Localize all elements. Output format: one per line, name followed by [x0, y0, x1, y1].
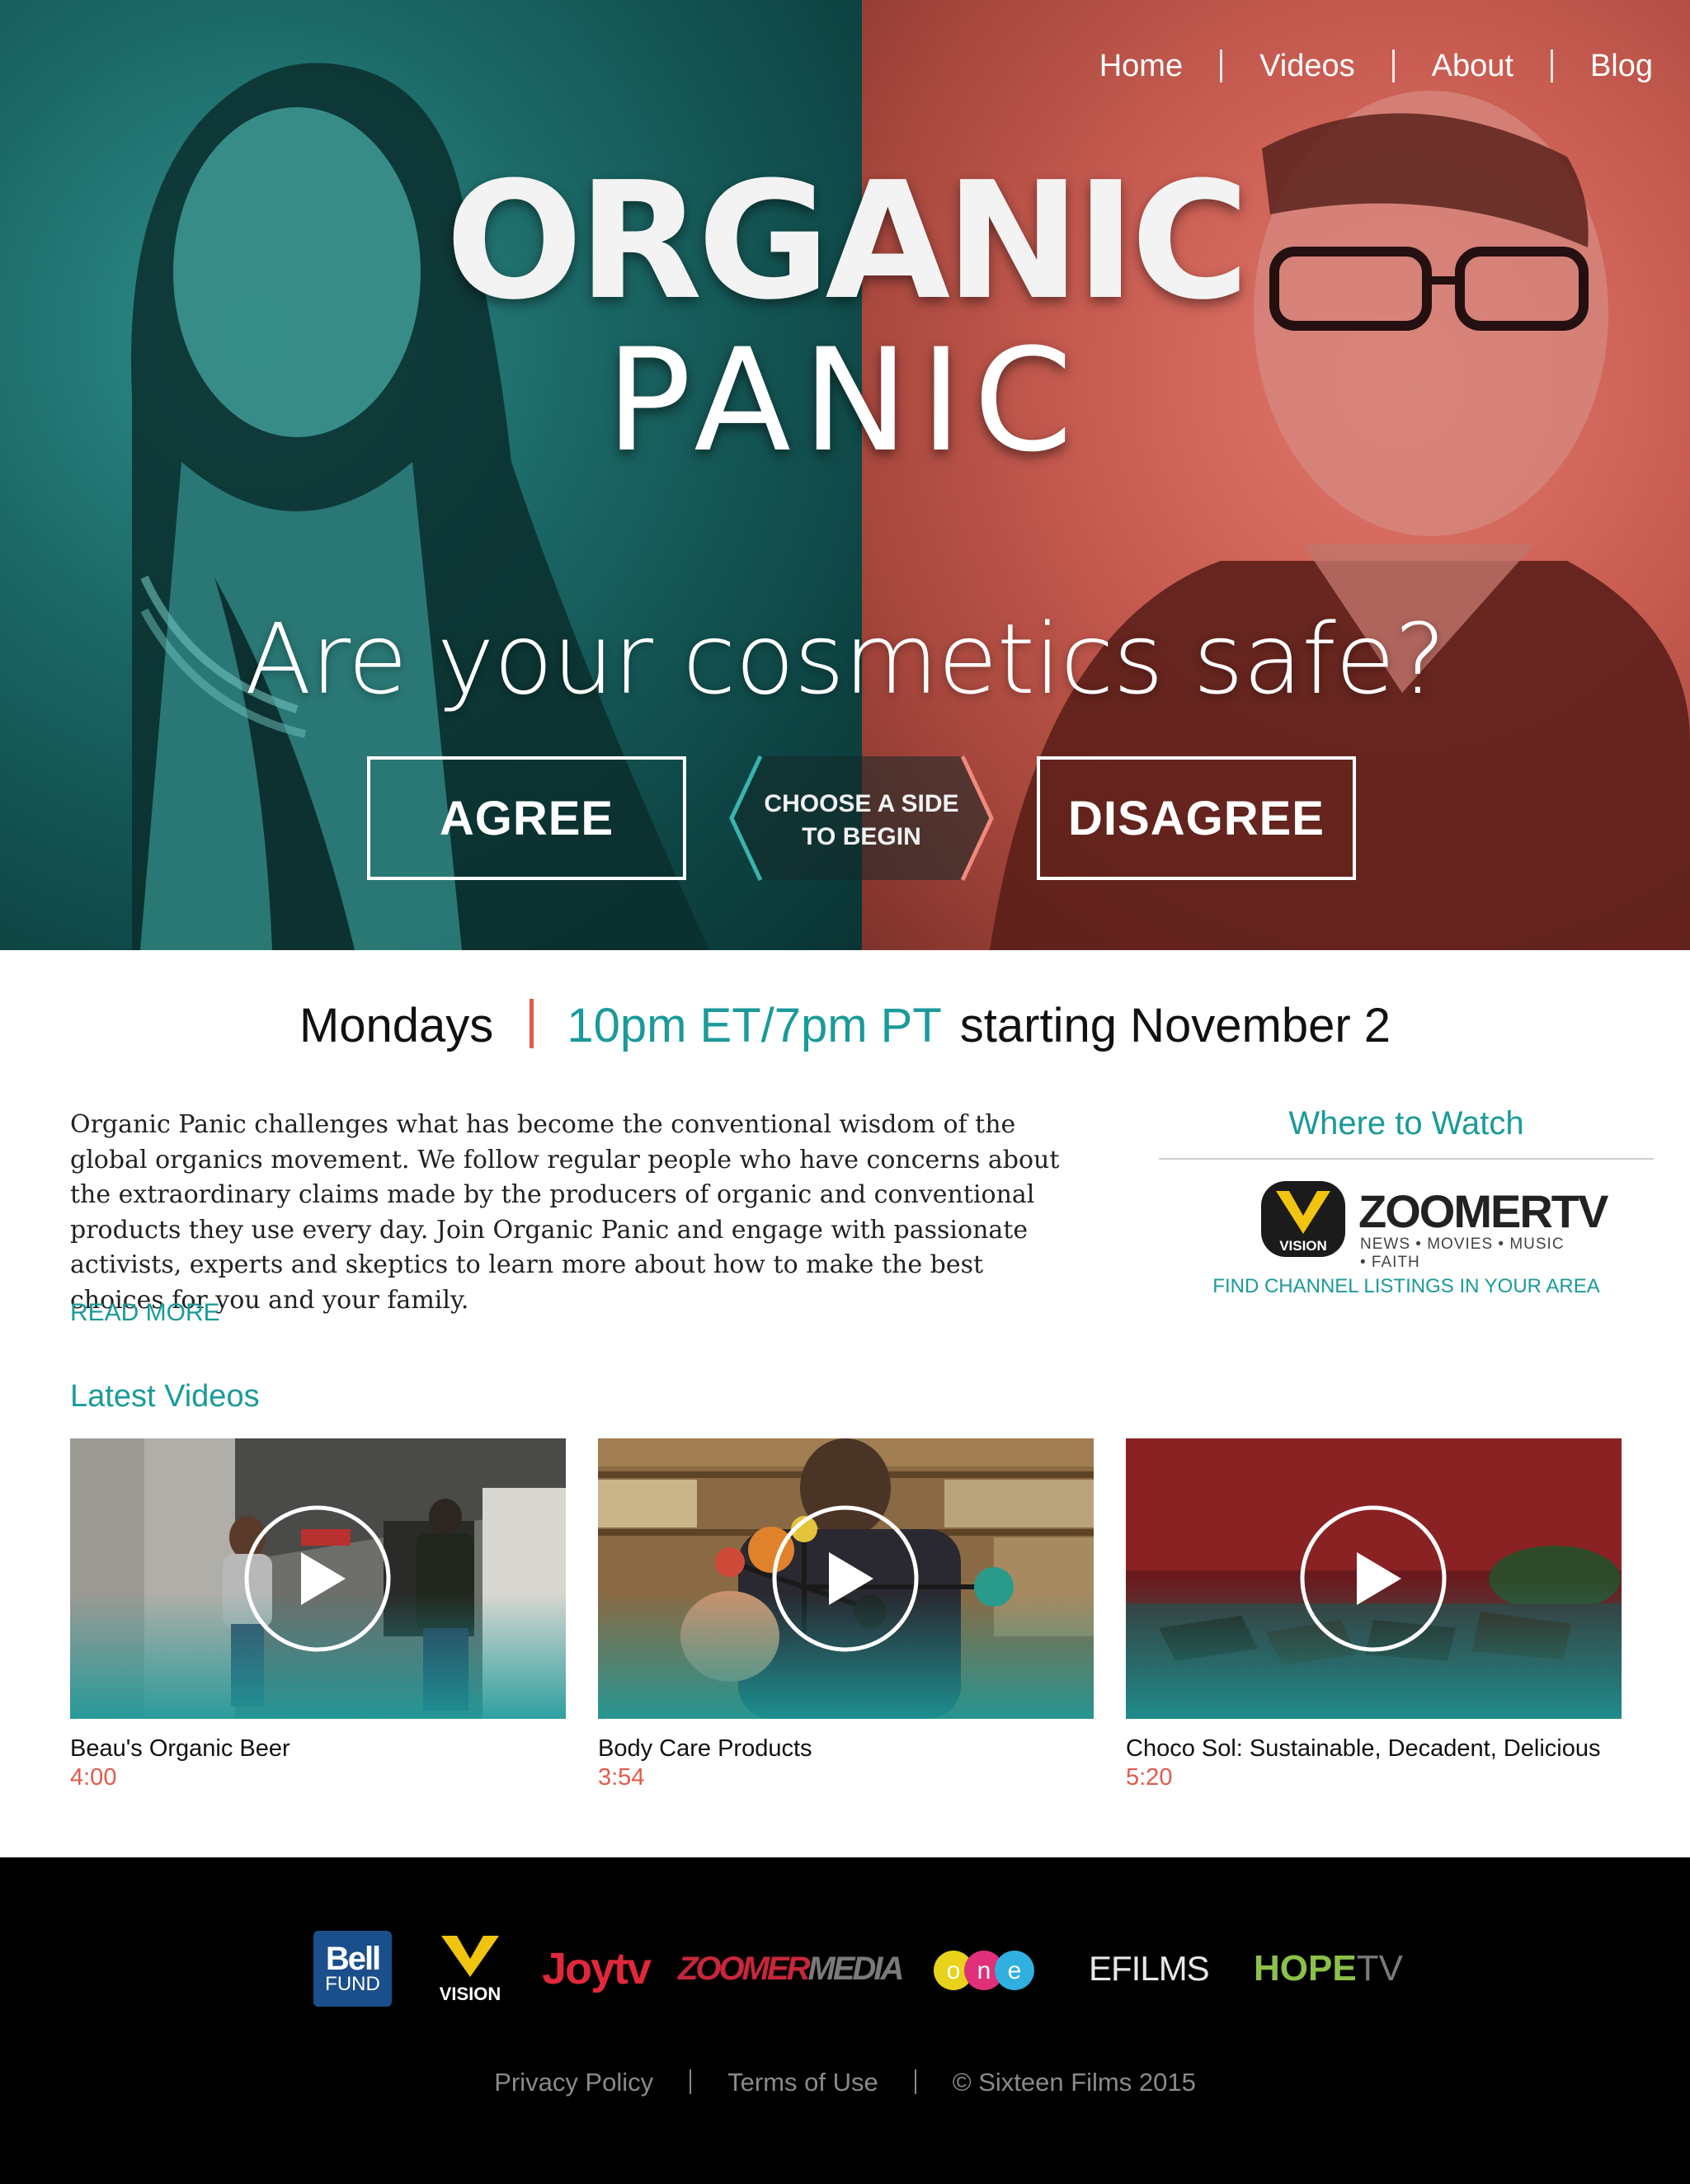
one-logo-n: n: [977, 1957, 991, 1984]
zoomermedia-logo[interactable]: ZOOMER MEDIA: [678, 1927, 905, 2010]
copyright-text: © Sixteen Films 2015: [952, 2068, 1196, 2097]
nav-videos[interactable]: Videos: [1222, 48, 1392, 84]
schedule-divider: [530, 999, 534, 1048]
play-icon[interactable]: [1299, 1504, 1448, 1653]
joytv-logo[interactable]: Joytv: [542, 1927, 652, 2010]
footer: Bell FUND VISION Joytv ZOOMER MEDIA o n e…: [0, 1857, 1690, 2184]
hero-banner: Home Videos About Blog ORGANIC PANIC Are…: [0, 0, 1690, 950]
read-more-link[interactable]: READ MORE: [70, 1299, 220, 1327]
one-logo-o: o: [947, 1957, 961, 1984]
vision-badge-text: VISION: [1279, 1238, 1327, 1254]
one-logo-e: e: [1008, 1957, 1022, 1984]
show-logo-line2: PANIC: [605, 318, 1085, 483]
zoomertv-tagline: NEWS • MOVIES • MUSIC • FAITH: [1360, 1236, 1565, 1271]
video-thumbnail[interactable]: [70, 1438, 566, 1719]
play-icon[interactable]: [771, 1504, 920, 1653]
disagree-button[interactable]: DISAGREE: [1037, 756, 1356, 880]
zoomermedia-logo-media: MEDIA: [807, 1950, 905, 1987]
video-thumbnail[interactable]: [1126, 1438, 1622, 1719]
nav-blog[interactable]: Blog: [1553, 48, 1653, 84]
video-title[interactable]: Body Care Products: [598, 1735, 1094, 1763]
nav-home[interactable]: Home: [1062, 48, 1220, 84]
zoomermedia-logo-zoomer: ZOOMER: [678, 1950, 811, 1987]
where-to-watch-title: Where to Watch: [1288, 1105, 1524, 1141]
partner-logos: Bell FUND VISION Joytv ZOOMER MEDIA o n e…: [313, 1927, 1403, 2010]
vision-badge-icon: VISION: [1261, 1181, 1345, 1257]
terms-of-use-link[interactable]: Terms of Use: [727, 2068, 878, 2097]
find-listings-link[interactable]: FIND CHANNEL LISTINGS IN YOUR AREA: [1159, 1275, 1654, 1298]
latest-videos-heading: Latest Videos: [70, 1379, 260, 1414]
privacy-policy-link[interactable]: Privacy Policy: [494, 2068, 653, 2097]
video-title[interactable]: Choco Sol: Sustainable, Decadent, Delici…: [1126, 1735, 1622, 1763]
bell-fund-logo[interactable]: Bell FUND: [313, 1931, 392, 2007]
hopetv-logo-tv: TV: [1356, 1948, 1403, 1989]
schedule-start: starting November 2: [959, 999, 1391, 1052]
video-title[interactable]: Beau's Organic Beer: [70, 1735, 566, 1763]
video-duration: 3:54: [598, 1764, 645, 1791]
video-card[interactable]: Choco Sol: Sustainable, Decadent, Delici…: [1126, 1438, 1622, 1791]
schedule-day: Mondays: [299, 999, 494, 1052]
where-to-watch: Where to Watch VISION ZOOMERTV NEWS • MO…: [1159, 1105, 1654, 1297]
one-logo[interactable]: o n e: [930, 1927, 1038, 2010]
hero-question: Are your cosmetics safe?: [244, 602, 1446, 716]
choose-side-text: CHOOSE A SIDE TO BEGIN: [727, 788, 996, 854]
efilms-logo[interactable]: EFILMS: [1089, 1927, 1210, 2010]
video-thumbnail[interactable]: [598, 1438, 1094, 1719]
nav-about[interactable]: About: [1395, 48, 1551, 84]
video-card[interactable]: Beau's Organic Beer 4:00: [70, 1438, 566, 1791]
hopetv-logo[interactable]: HOPE TV: [1254, 1927, 1403, 2010]
schedule-time: 10pm ET/7pm PT: [567, 999, 942, 1052]
video-duration: 4:00: [70, 1764, 117, 1791]
legal-links: Privacy Policy Terms of Use © Sixteen Film…: [0, 2068, 1690, 2097]
choose-line1: CHOOSE A SIDE: [764, 790, 959, 817]
hopetv-logo-hope: HOPE: [1254, 1948, 1357, 1989]
play-icon[interactable]: [243, 1504, 392, 1653]
video-duration: 5:20: [1126, 1764, 1173, 1791]
zoomertv-name: ZOOMERTV: [1358, 1185, 1608, 1237]
main-nav: Home Videos About Blog: [1062, 48, 1653, 84]
show-description: Organic Panic challenges what has become…: [70, 1110, 1060, 1315]
schedule-line: Mondays 10pm ET/7pm PT starting November 2: [0, 998, 1690, 1053]
vision-logo-text: VISION: [440, 1984, 501, 2004]
vision-logo[interactable]: VISION: [437, 1927, 503, 2010]
bell-fund-logo-line2: FUND: [325, 1973, 380, 1995]
video-card[interactable]: Body Care Products 3:54: [598, 1438, 1094, 1791]
legal-divider: [690, 2069, 692, 2094]
zoomertv-logo[interactable]: VISION ZOOMERTV NEWS • MOVIES • MUSIC • …: [1258, 1178, 1608, 1271]
legal-divider: [914, 2069, 916, 2094]
bell-fund-logo-line1: Bell: [325, 1941, 381, 1977]
agree-button[interactable]: AGREE: [367, 756, 686, 880]
choose-line2: TO BEGIN: [802, 823, 921, 850]
divider: [1159, 1158, 1654, 1160]
show-logo-line1: ORGANIC: [445, 148, 1250, 336]
